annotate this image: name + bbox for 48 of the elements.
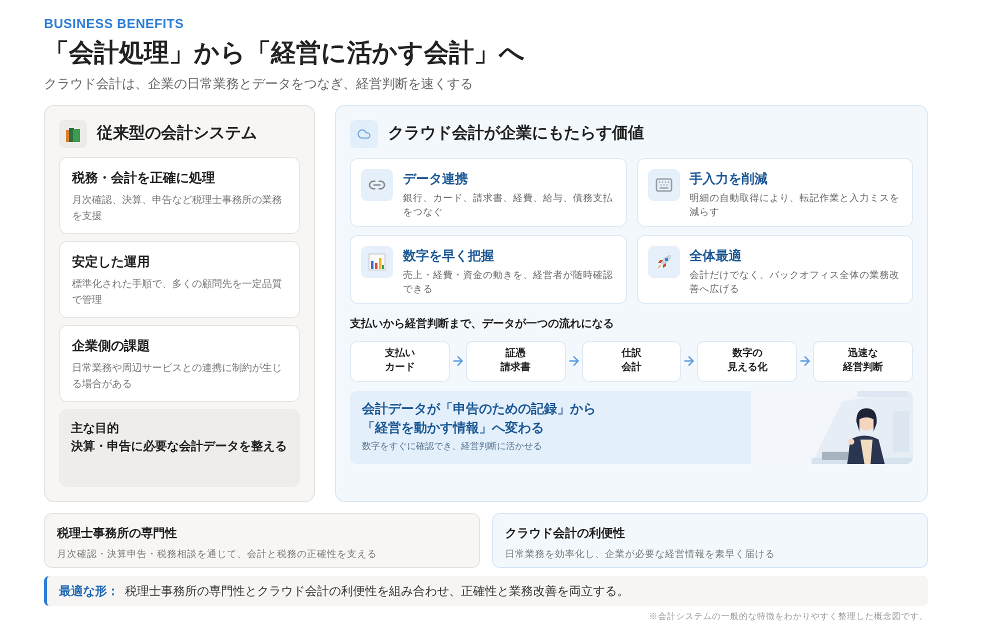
card-text: 月次確認、決算、申告など税理士事務所の業務を支援 [72,194,283,224]
step-label: 仕訳 [621,347,642,361]
bar-chart-icon [368,253,386,271]
cloud-icon [357,127,371,141]
strength-text: 月次確認・決算申告・税務相談を通じて、会計と税務の正確性を支える [57,548,378,562]
page-title: 「会計処理」から「経営に活かす会計」へ [44,38,526,68]
footnote: ※会計システムの一般的な特徴をわかりやすく整理した概念図です。 [649,610,928,623]
step-label: 支払い [384,347,415,361]
card-text: 日常業務や周辺サービスとの連携に制約が生じる場合がある [72,362,283,392]
step-label: 証憑 [506,347,526,361]
goal-label: 主な目的 [71,420,120,437]
feature-text: 売上・経費・資金の動きを、経営者が随時確認できる [403,268,614,296]
card-title: 安定した運用 [72,253,151,271]
feature-text: 銀行、カード、請求書、経費、給与、債務支払をつなぐ [403,192,614,220]
strength-text: 日常業務を効率化し、企業が必要な経営情報を素早く届ける [505,548,776,562]
feature-text: 会計だけでなく、バックオフィス全体の業務改善へ広げる [690,268,900,296]
step-label: 見える化 [727,361,768,375]
banner-headline: 「経営を動かす情報」へ変わる [362,418,545,436]
banner-caption: 数字をすぐに確認でき、経営判断に活かせる [362,440,543,453]
strength-title: クラウド会計の利便性 [505,525,626,542]
banner-headline: 会計データが「申告のための記録」から [362,400,597,418]
feature-title: 全体最適 [690,247,742,265]
feature-title: 数字を早く把握 [403,247,495,265]
conclusion-label: 最適な形： [59,583,119,600]
feature-title: 手入力を削減 [690,170,768,188]
feature-title: データ連携 [403,170,469,188]
panel-title: 従来型の会計システム [97,123,257,144]
step-label: 迅速な [848,347,878,361]
card-title: 税務・会計を正確に処理 [72,169,216,187]
step-label: 数字の [732,347,762,361]
books-icon [64,125,82,143]
arrow-icon [682,354,696,368]
goal-text: 決算・申告に必要な会計データを整える [71,438,288,455]
rocket-icon [654,253,672,271]
step-label: 請求書 [500,361,531,375]
page-subtitle: クラウド会計は、企業の日常業務とデータをつなぎ、経営判断を速くする [44,74,474,92]
step-label: 会計 [621,361,642,375]
feature-text: 明細の自動取得により、転記作業と入力ミスを減らす [690,192,900,220]
conclusion-text: 税理士事務所の専門性とクラウド会計の利便性を組み合わせ、正確性と業務改善を両立する。 [125,583,629,600]
card-text: 標準化された手順で、多くの顧問先を一定品質で管理 [72,278,283,308]
strength-title: 税理士事務所の専門性 [57,525,178,542]
eyebrow-label: BUSINESS BENEFITS [44,15,185,33]
card-title: 企業側の課題 [72,337,151,355]
step-label: 経営判断 [843,361,884,375]
panel-title: クラウド会計が企業にもたらす価値 [388,123,644,144]
flow-title: 支払いから経営判断まで、データが一つの流れになる [350,316,615,332]
step-label: カード [384,361,415,375]
keyboard-icon [654,176,672,194]
